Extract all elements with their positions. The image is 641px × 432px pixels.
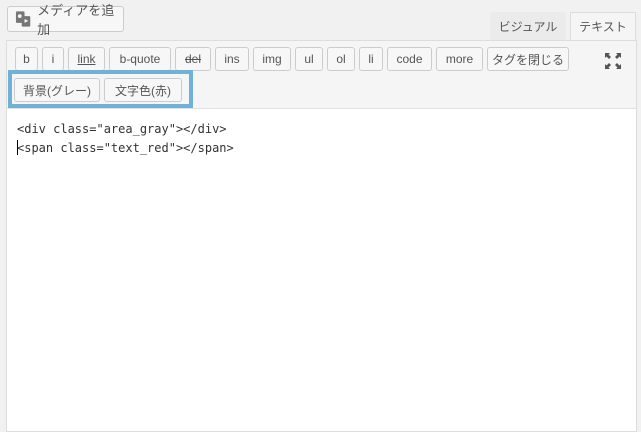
qt-more-button[interactable]: more — [436, 47, 483, 71]
quicktags-toolbar: b i link b-quote del ins img ul ol li co… — [7, 41, 636, 108]
add-media-button[interactable]: メディアを追加 — [7, 4, 124, 38]
qt-bquote-button[interactable]: b-quote — [109, 47, 171, 71]
qt-ol-button[interactable]: ol — [327, 47, 355, 71]
add-media-label: メディアを追加 — [37, 4, 115, 38]
qt-img-button[interactable]: img — [253, 47, 291, 71]
qt-bold-button[interactable]: b — [15, 47, 38, 71]
qt-ins-button[interactable]: ins — [215, 47, 249, 71]
qt-text-red-button[interactable]: 文字色(赤) — [104, 78, 182, 102]
qt-bg-gray-button[interactable]: 背景(グレー) — [14, 78, 100, 102]
qt-ul-button[interactable]: ul — [295, 47, 323, 71]
qt-link-button[interactable]: link — [68, 47, 105, 71]
tab-text-label: テキスト — [579, 20, 627, 34]
qt-li-button[interactable]: li — [359, 47, 383, 71]
qt-del-button[interactable]: del — [175, 47, 211, 71]
tab-text[interactable]: テキスト — [570, 12, 636, 40]
code-line: <div class="area_gray"></div> — [17, 122, 227, 136]
media-add-icon — [15, 11, 31, 27]
fullscreen-icon[interactable] — [604, 52, 622, 70]
tab-visual[interactable]: ビジュアル — [490, 12, 566, 40]
qt-italic-button[interactable]: i — [42, 47, 64, 71]
code-line: <span class="text_red"></span> — [17, 141, 234, 155]
tab-visual-label: ビジュアル — [498, 19, 558, 34]
qt-code-button[interactable]: code — [387, 47, 432, 71]
text-editor-area[interactable]: <div class="area_gray"></div> <span clas… — [7, 108, 636, 431]
qt-close-tags-button[interactable]: タグを閉じる — [487, 47, 569, 71]
editor-container: b i link b-quote del ins img ul ol li co… — [6, 40, 637, 432]
